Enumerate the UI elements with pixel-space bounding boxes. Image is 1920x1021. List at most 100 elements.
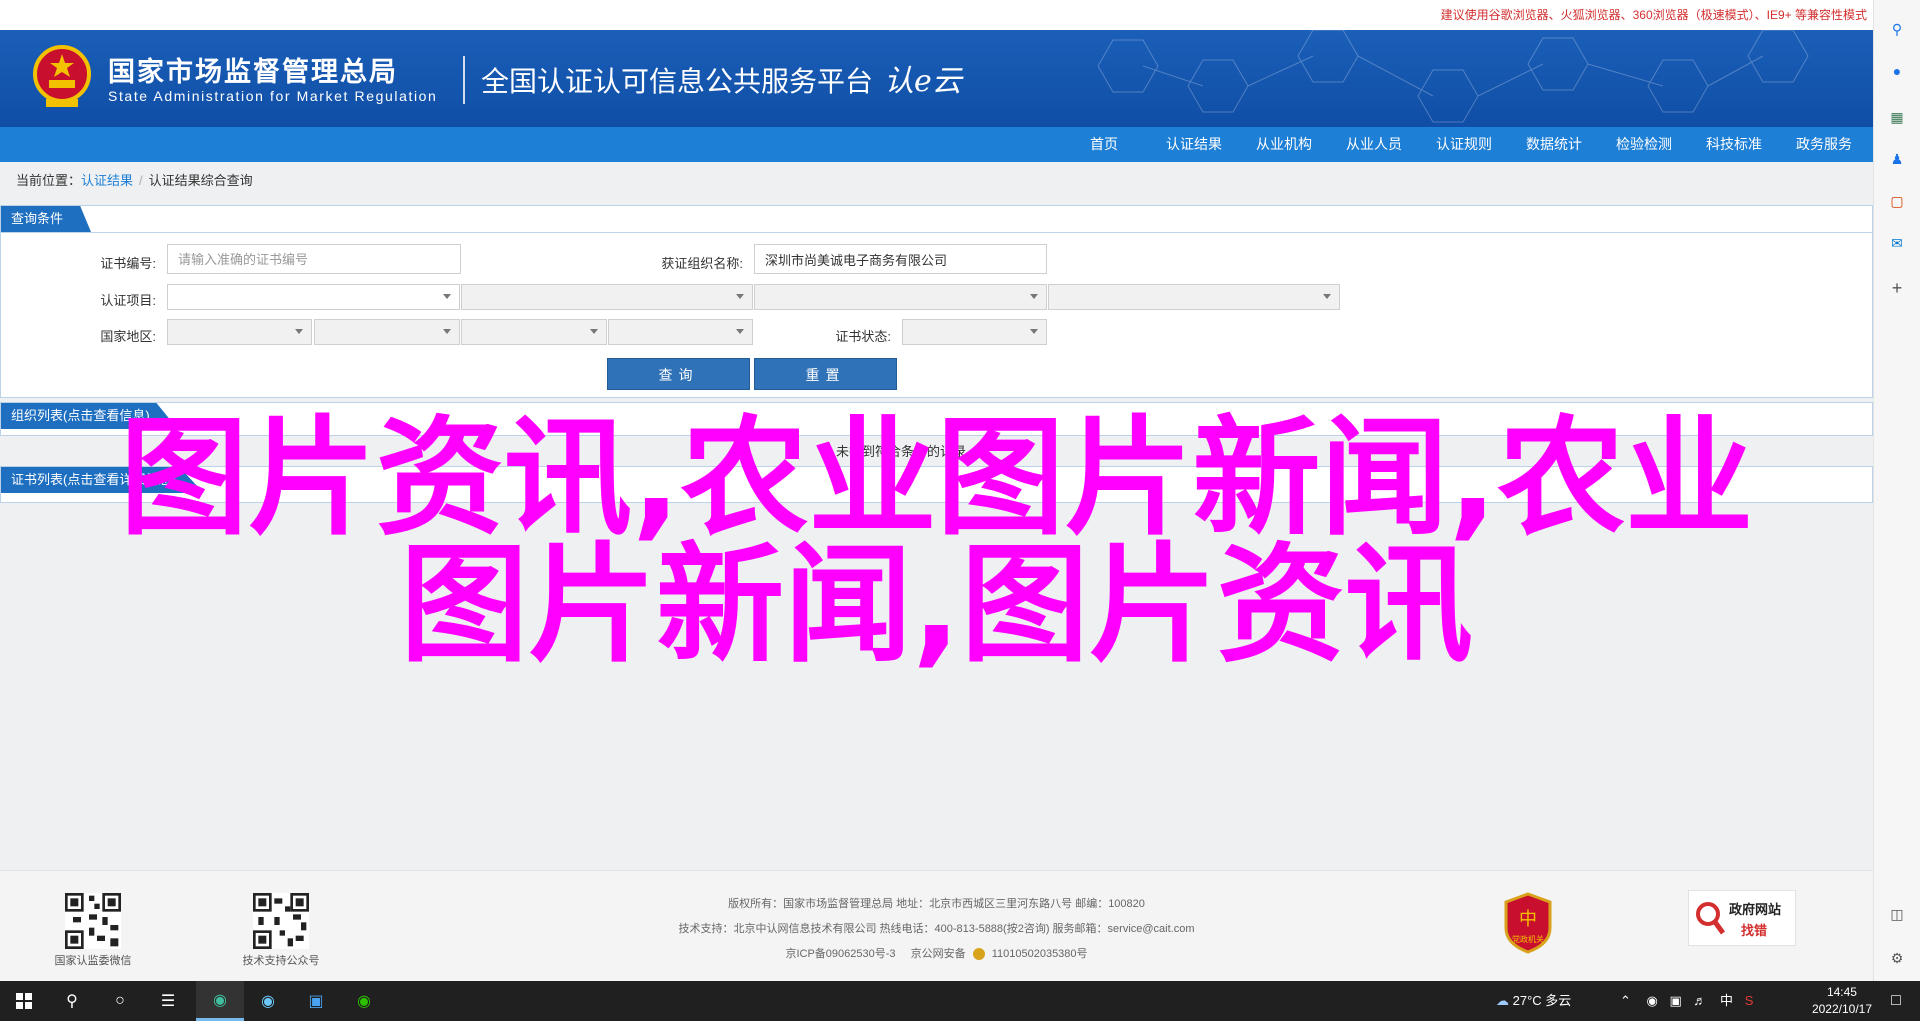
site-banner: 国家市场监督管理总局 State Administration for Mark… <box>0 30 1873 127</box>
browser-page: 建议使用谷歌浏览器、火狐浏览器、360浏览器（极速模式）、IE9+ 等兼容性模式 <box>0 0 1873 981</box>
region-select-1[interactable] <box>167 319 312 345</box>
wechat-icon[interactable]: ◉ <box>340 981 388 1021</box>
breadcrumb-current: 认证结果综合查询 <box>148 173 253 188</box>
footer-icp-row: 京ICP备09062530号-3 京公网安备 11010502035380号 <box>0 945 1873 961</box>
region-select-2[interactable] <box>314 319 460 345</box>
cert-status-select[interactable] <box>902 319 1047 345</box>
people-icon[interactable]: ♟ <box>1886 148 1908 170</box>
chevron-down-icon <box>1030 329 1038 334</box>
outlook-icon[interactable]: ✉ <box>1886 232 1908 254</box>
tag-icon[interactable]: ● <box>1886 60 1908 82</box>
cloud-icon: ☁ <box>1496 993 1509 1008</box>
platform-title: 全国认证认可信息公共服务平台 <box>481 66 874 97</box>
app-icon-tile[interactable]: ▣ <box>292 981 340 1021</box>
national-emblem-icon <box>33 45 91 107</box>
party-gov-badge-icon[interactable]: 中 党政机关 <box>1502 892 1554 954</box>
nav-inspection[interactable]: 检验检测 <box>1616 127 1672 162</box>
chevron-down-icon <box>736 294 744 299</box>
gov-find-subtitle: 找错 <box>1741 923 1768 938</box>
screen: 建议使用谷歌浏览器、火狐浏览器、360浏览器（极速模式）、IE9+ 等兼容性模式 <box>0 0 1920 1021</box>
tray-icons[interactable]: ⌃ ◉ ▣ ♬ 中 S <box>1620 981 1753 1021</box>
windows-start-icon[interactable] <box>0 981 48 1021</box>
volume-icon: ♬ <box>1693 993 1707 1008</box>
taskbar-clock[interactable]: 14:45 2022/10/17 <box>1812 984 1872 1018</box>
query-panel: 查询条件 证书编号: 获证组织名称: 认证项目: 国家地区: 证书状态: 查询 … <box>0 205 1873 398</box>
chevron-down-icon <box>1030 294 1038 299</box>
task-view-icon[interactable]: ○ <box>96 981 144 1021</box>
weather-text: 27°C 多云 <box>1512 993 1572 1008</box>
search-icon[interactable]: ⚲ <box>1886 18 1908 40</box>
org-name-cn: 国家市场监督管理总局 <box>108 57 398 87</box>
nav-cert-results[interactable]: 认证结果 <box>1166 127 1222 162</box>
chevron-up-icon: ⌃ <box>1620 993 1631 1008</box>
chevron-down-icon <box>295 329 303 334</box>
chevron-down-icon <box>443 329 451 334</box>
add-icon[interactable]: + <box>1886 277 1908 299</box>
clock-date: 2022/10/17 <box>1811 1002 1872 1016</box>
cert-status-label: 证书状态: <box>835 329 891 344</box>
display-icon: ▣ <box>1669 993 1682 1008</box>
nav-home[interactable]: 首页 <box>1090 127 1118 162</box>
org-name-en: State Administration for Market Regulati… <box>108 88 438 104</box>
breadcrumb: 当前位置：认证结果 / 认证结果综合查询 <box>16 170 253 189</box>
toolbox-icon[interactable]: ▦ <box>1886 106 1908 128</box>
site-footer: 国家认监委微信 技术支持公众号 版权所有：国家市场监督管理总局 地址：北京市西城… <box>0 870 1873 981</box>
breadcrumb-separator: / <box>139 173 143 188</box>
notification-icon[interactable]: □ <box>1872 981 1920 1021</box>
clock-time: 14:45 <box>1826 985 1857 999</box>
gov-website-find-error[interactable]: 政府网站 找错 <box>1688 890 1796 946</box>
chevron-down-icon <box>590 329 598 334</box>
sogou-icon: S <box>1744 993 1754 1008</box>
svg-text:党政机关: 党政机关 <box>1512 934 1544 944</box>
cert-project-select-1[interactable] <box>167 284 460 310</box>
top-notice-bar: 建议使用谷歌浏览器、火狐浏览器、360浏览器（极速模式）、IE9+ 等兼容性模式 <box>0 0 1873 30</box>
chevron-down-icon <box>443 294 451 299</box>
cert-no-label: 证书编号: <box>100 256 156 271</box>
nav-cert-rules[interactable]: 认证规则 <box>1436 127 1492 162</box>
nav-personnel[interactable]: 从业人员 <box>1346 127 1402 162</box>
ime-indicator: 中 <box>1720 993 1734 1008</box>
sidebar-toggle-icon[interactable]: ◫ <box>1886 903 1908 925</box>
region-select-4[interactable] <box>608 319 753 345</box>
nav-standards[interactable]: 科技标准 <box>1706 127 1762 162</box>
edge-browser-icon[interactable]: ◉ <box>196 981 244 1021</box>
banner-divider <box>463 56 465 104</box>
region-select-3[interactable] <box>461 319 607 345</box>
org-name-label: 获证组织名称: <box>661 256 743 271</box>
search-button[interactable]: 查询 <box>607 358 750 390</box>
nav-gov-services[interactable]: 政务服务 <box>1796 127 1852 162</box>
search-icon[interactable]: ⚲ <box>48 981 96 1021</box>
cert-project-label: 认证项目: <box>100 293 156 308</box>
cert-project-select-4[interactable] <box>1048 284 1340 310</box>
nav-statistics[interactable]: 数据统计 <box>1526 127 1582 162</box>
query-panel-title: 查询条件 <box>1 206 92 232</box>
wechat-tray-icon: ◉ <box>1646 993 1658 1008</box>
svg-text:中: 中 <box>1519 909 1537 930</box>
nav-institutions[interactable]: 从业机构 <box>1256 127 1312 162</box>
reset-button[interactable]: 重置 <box>754 358 897 390</box>
icp-link[interactable]: 京ICP备09062530号-3 <box>785 948 895 960</box>
police-badge-icon <box>972 948 985 961</box>
gov-find-title: 政府网站 <box>1729 902 1782 917</box>
browser-sidebar: ⚲ ● ▦ ♟ ▢ ✉ + ◫ ⚙ <box>1873 0 1920 981</box>
region-label: 国家地区: <box>100 329 156 344</box>
breadcrumb-prefix: 当前位置： <box>16 173 82 188</box>
footer-support: 技术支持：北京中认网信息技术有限公司 热线电话：400-813-5888(按2咨… <box>678 923 1195 935</box>
footer-copyright: 版权所有：国家市场监督管理总局 地址：北京市西城区三里河东路八号 邮编：1008… <box>728 898 1145 910</box>
platform-logo-script: 认e云 <box>884 64 962 99</box>
police-record-link[interactable]: 11010502035380号 <box>992 948 1088 960</box>
gear-icon[interactable]: ⚙ <box>1886 947 1908 969</box>
magnifier-icon <box>1696 902 1725 935</box>
overlay-text-line-1: 图片资讯,农业图片新闻,农业 <box>119 404 1754 553</box>
cert-no-input[interactable] <box>167 244 461 274</box>
cert-project-select-2[interactable] <box>461 284 753 310</box>
office-icon[interactable]: ▢ <box>1886 190 1908 212</box>
org-name-input[interactable] <box>754 244 1047 274</box>
app-icon-blue[interactable]: ◉ <box>244 981 292 1021</box>
main-nav: 首页 认证结果 从业机构 从业人员 认证规则 数据统计 检验检测 科技标准 政务… <box>0 127 1873 162</box>
cert-project-select-3[interactable] <box>754 284 1047 310</box>
panel-header-line <box>1 232 1872 233</box>
widgets-icon[interactable]: ☰ <box>144 981 192 1021</box>
weather-widget[interactable]: ☁ 27°C 多云 <box>1496 981 1571 1021</box>
breadcrumb-link-cert-results[interactable]: 认证结果 <box>81 173 133 188</box>
